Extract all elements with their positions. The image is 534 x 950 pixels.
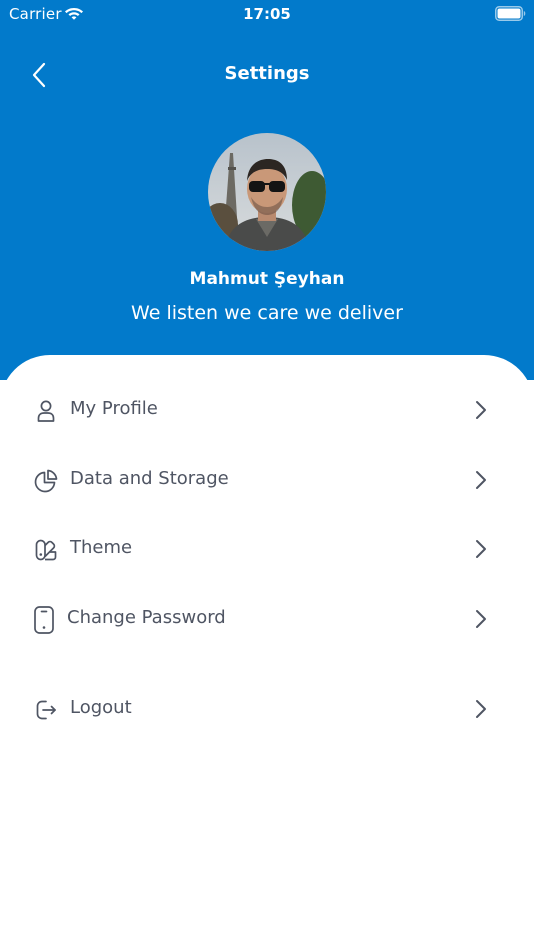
chevron-right-icon (476, 471, 486, 489)
clock: 17:05 (243, 5, 291, 23)
avatar-photo (208, 133, 326, 251)
menu-item-data-and-storage[interactable]: Data and Storage (0, 453, 534, 509)
menu-item-theme[interactable]: Theme (0, 522, 534, 578)
menu-item-my-profile[interactable]: My Profile (0, 383, 534, 439)
menu-item-change-password[interactable]: Change Password (0, 592, 534, 648)
phone-icon (34, 606, 54, 634)
chevron-right-icon (476, 610, 486, 628)
pie-chart-icon (34, 469, 58, 493)
menu-item-label: Change Password (67, 607, 226, 628)
battery-icon (495, 6, 526, 21)
menu-item-label: Data and Storage (70, 468, 229, 489)
status-bar: Carrier 17:05 (0, 0, 534, 30)
menu-item-label: Logout (70, 697, 132, 718)
chevron-right-icon (476, 700, 486, 718)
page-title: Settings (224, 63, 310, 84)
menu-item-label: Theme (70, 537, 133, 558)
menu-sheet (0, 355, 534, 950)
profile-name: Mahmut Şeyhan (189, 269, 345, 289)
chevron-right-icon (476, 540, 486, 558)
palette-icon (35, 539, 57, 561)
logout-icon (36, 700, 56, 720)
settings-screen: Carrier 17:05 Settings Mahmut Şeyhan We … (0, 0, 534, 950)
user-icon (37, 400, 55, 422)
avatar[interactable] (208, 133, 326, 251)
profile-tagline: We listen we care we deliver (131, 302, 403, 324)
menu-item-logout[interactable]: Logout (0, 682, 534, 738)
chevron-right-icon (476, 401, 486, 419)
menu-item-label: My Profile (70, 398, 158, 419)
